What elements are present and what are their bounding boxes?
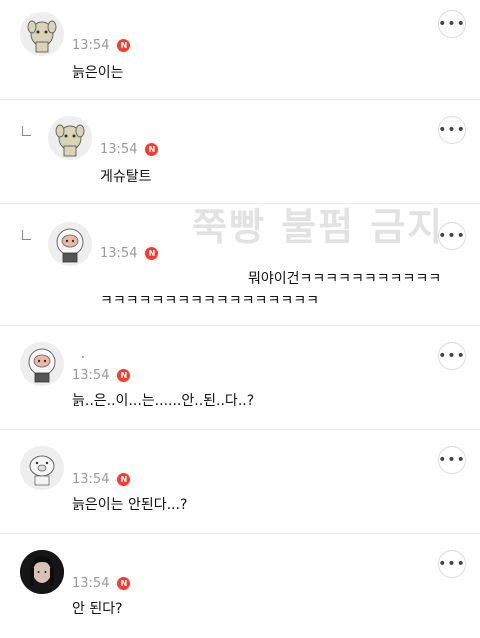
more-options-button[interactable]: ••• (438, 446, 466, 474)
new-badge-icon: N (117, 39, 131, 52)
comment-time: 13:54 (100, 246, 138, 261)
dog-character-icon[interactable] (48, 116, 92, 160)
more-icon: ••• (438, 452, 466, 468)
reply-comment-item: 13:54 N 뭐야이건ㅋㅋㅋㅋㅋㅋㅋㅋㅋㅋㅋ ㅋㅋㅋㅋㅋㅋㅋㅋㅋㅋㅋㅋㅋㅋㅋㅋ… (0, 204, 480, 326)
comment-text: 안 된다? (72, 601, 123, 617)
astronaut-character-icon[interactable] (20, 342, 64, 386)
new-badge-icon: N (117, 369, 131, 382)
comment-meta: 13:54 N (72, 38, 131, 53)
reply-comment-item: 13:54 N 게슈탈트 ••• (0, 100, 480, 204)
more-icon: ••• (438, 228, 466, 244)
comment-meta: 13:54 N (72, 472, 131, 487)
new-badge-icon: N (117, 473, 131, 486)
new-badge-icon: N (117, 577, 131, 590)
new-badge-icon: N (145, 247, 159, 260)
astronaut-character-icon[interactable] (48, 222, 92, 266)
more-options-button[interactable]: ••• (438, 10, 466, 38)
comment-item: 13:54 N 늙은이는 안된다...? ••• (0, 430, 480, 534)
comment-text-line-2: ㅋㅋㅋㅋㅋㅋㅋㅋㅋㅋㅋㅋㅋㅋㅋㅋㅋ (100, 293, 319, 309)
reply-arrow-icon (22, 230, 31, 240)
more-icon: ••• (438, 556, 466, 572)
comment-item: 13:54 N 늙은이는 ••• (0, 0, 480, 100)
more-options-button[interactable]: ••• (438, 550, 466, 578)
comment-text: 게슈탈트 (100, 169, 152, 185)
more-icon: ••• (438, 348, 466, 364)
comment-item: 13:54 N 안 된다? ••• (0, 534, 480, 638)
more-options-button[interactable]: ••• (438, 116, 466, 144)
comment-meta: 13:54 N (72, 368, 131, 383)
comment-time: 13:54 (72, 576, 110, 591)
comment-meta: 13:54 N (100, 142, 159, 157)
decorative-dot (82, 356, 84, 358)
comment-time: 13:54 (72, 38, 110, 53)
comment-meta: 13:54 N (72, 576, 131, 591)
comment-text: 늙..은..이...는......안..된..다..? (72, 393, 255, 409)
comment-time: 13:54 (72, 368, 110, 383)
new-badge-icon: N (145, 143, 159, 156)
comment-text: 늙은이는 안된다...? (72, 497, 188, 513)
more-icon: ••• (438, 16, 466, 32)
dog-character-icon[interactable] (20, 12, 64, 56)
comment-text: 늙은이는 (72, 65, 124, 81)
reply-arrow-icon (22, 126, 31, 136)
pig-character-icon[interactable] (20, 446, 64, 490)
comment-item: 13:54 N 늙..은..이...는......안..된..다..? ••• (0, 326, 480, 430)
more-options-button[interactable]: ••• (438, 222, 466, 250)
comment-meta: 13:54 N (100, 246, 159, 261)
more-options-button[interactable]: ••• (438, 342, 466, 370)
comment-time: 13:54 (100, 142, 138, 157)
comment-text-line-1: 뭐야이건ㅋㅋㅋㅋㅋㅋㅋㅋㅋㅋㅋ (248, 271, 442, 287)
comment-time: 13:54 (72, 472, 110, 487)
person-photo-avatar[interactable] (20, 550, 64, 594)
more-icon: ••• (438, 122, 466, 138)
